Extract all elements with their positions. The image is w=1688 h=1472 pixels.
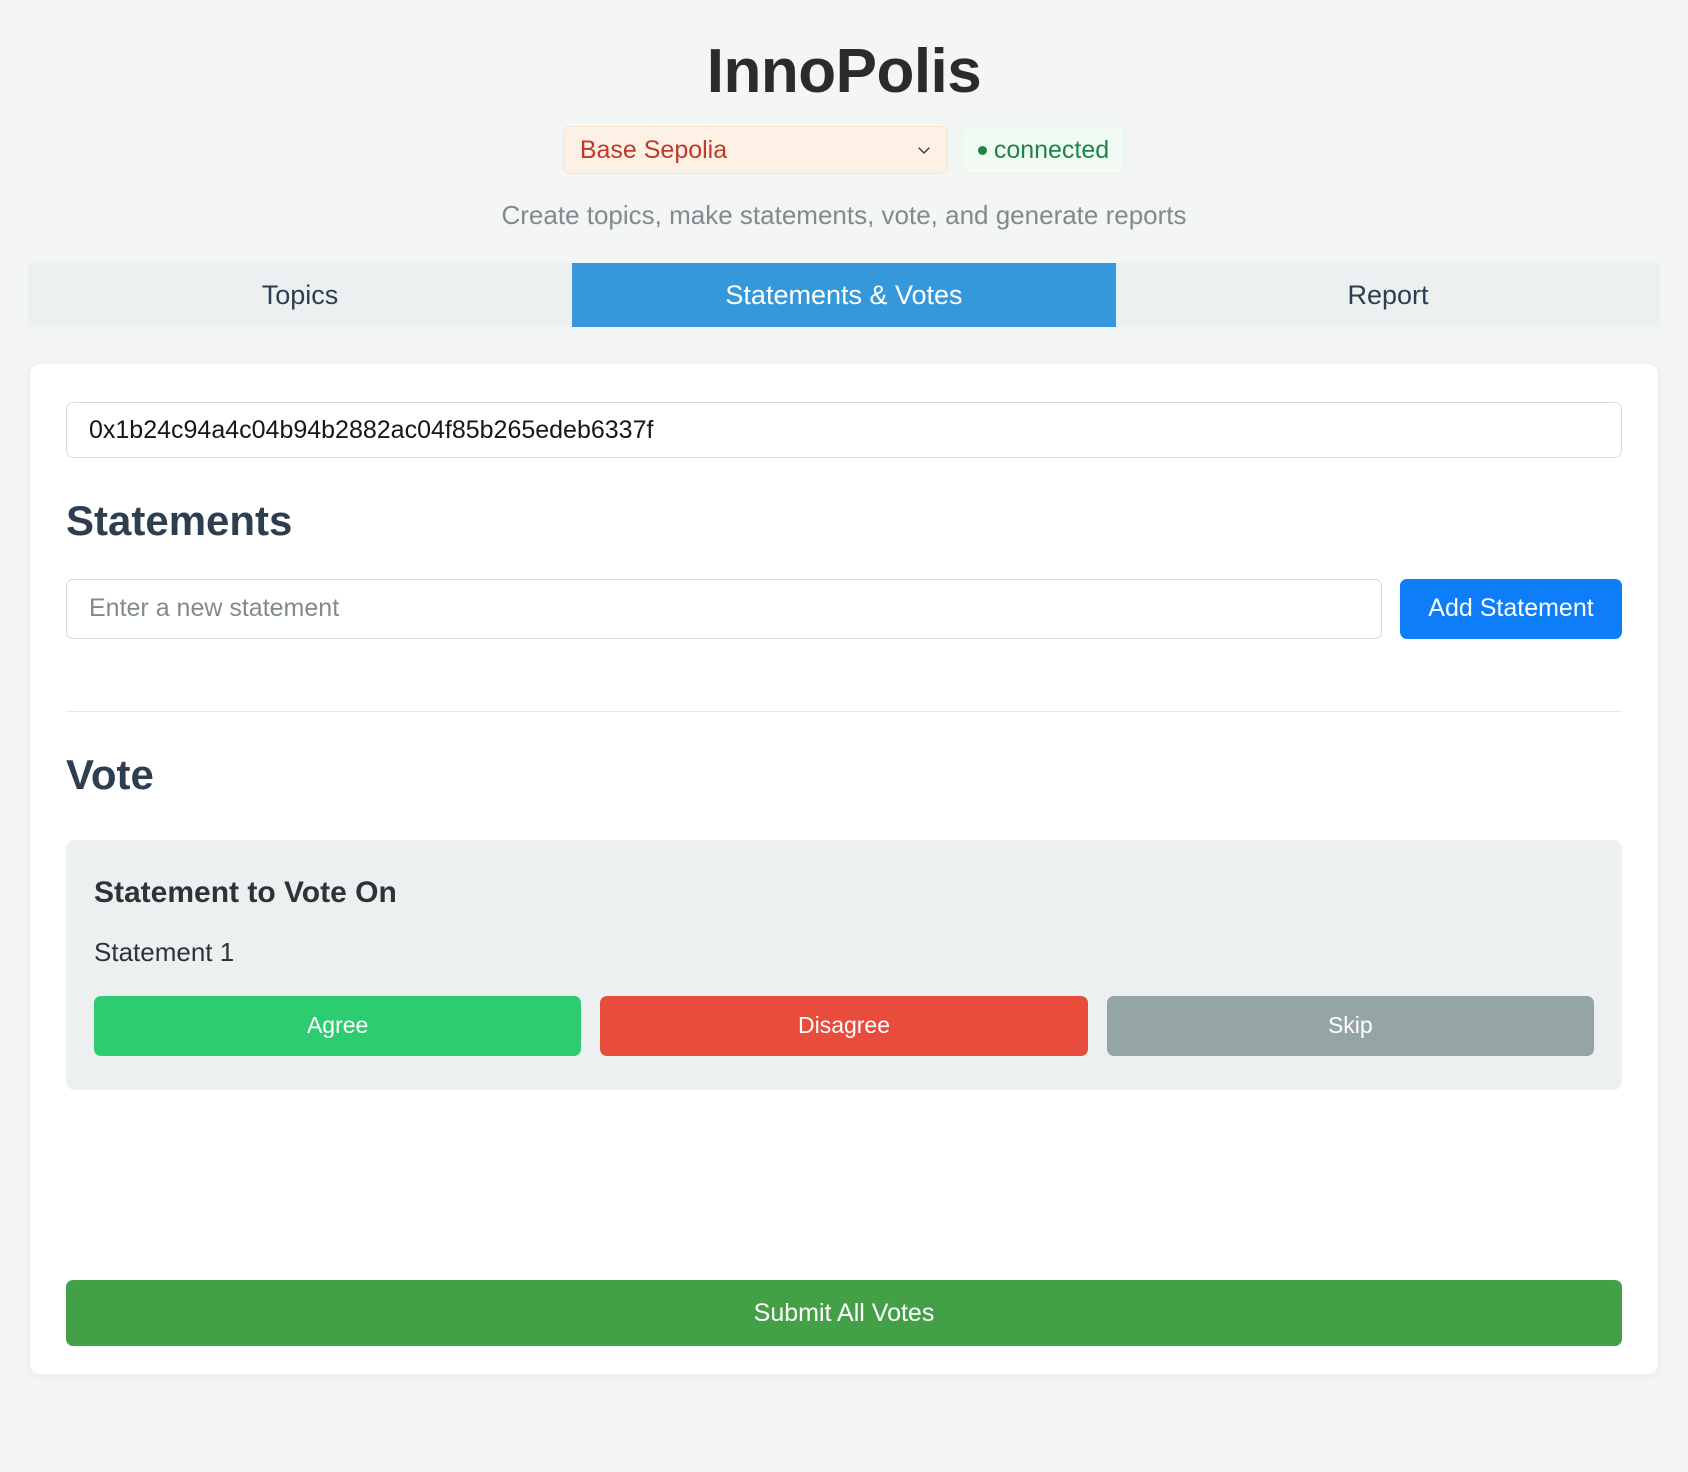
tab-statements-votes[interactable]: Statements & Votes — [572, 263, 1116, 328]
status-dot-icon — [977, 145, 987, 155]
page-title: InnoPolis — [706, 37, 982, 106]
app-header: InnoPolis Base Sepolia connected Create … — [0, 0, 1688, 231]
add-statement-button[interactable]: Add Statement — [1400, 578, 1622, 639]
status-badge-label: connected — [993, 135, 1110, 164]
status-badge: connected — [961, 126, 1126, 175]
section-divider — [66, 710, 1622, 712]
vote-statement-text: Statement 1 — [94, 936, 235, 967]
network-select-value: Base Sepolia — [579, 135, 728, 164]
skip-button[interactable]: Skip — [1106, 995, 1594, 1056]
tab-report[interactable]: Report — [1116, 263, 1660, 327]
page-subtitle: Create topics, make statements, vote, an… — [501, 200, 1187, 231]
agree-button[interactable]: Agree — [94, 995, 582, 1056]
statements-heading: Statements — [66, 497, 293, 545]
connection-row: Base Sepolia connected — [0, 126, 1688, 175]
main-panel: Statements Add Statement Vote Statement … — [30, 364, 1658, 1375]
vote-card: Statement to Vote On Statement 1 Agree D… — [66, 839, 1622, 1090]
chevron-down-icon — [917, 143, 931, 157]
vote-heading: Vote — [66, 750, 154, 798]
topic-address-input[interactable] — [66, 402, 1622, 459]
vote-card-title: Statement to Vote On — [94, 875, 397, 909]
new-statement-input[interactable] — [66, 578, 1382, 639]
submit-all-votes-button[interactable]: Submit All Votes — [66, 1280, 1622, 1347]
network-select[interactable]: Base Sepolia — [562, 126, 948, 175]
tab-bar: Topics Statements & Votes Report — [28, 263, 1660, 328]
add-statement-row: Add Statement — [66, 578, 1622, 639]
tab-topics[interactable]: Topics — [28, 263, 572, 327]
vote-button-group: Agree Disagree Skip — [94, 995, 1594, 1056]
app-page: InnoPolis Base Sepolia connected Create … — [0, 0, 1688, 1472]
disagree-button[interactable]: Disagree — [600, 995, 1088, 1056]
